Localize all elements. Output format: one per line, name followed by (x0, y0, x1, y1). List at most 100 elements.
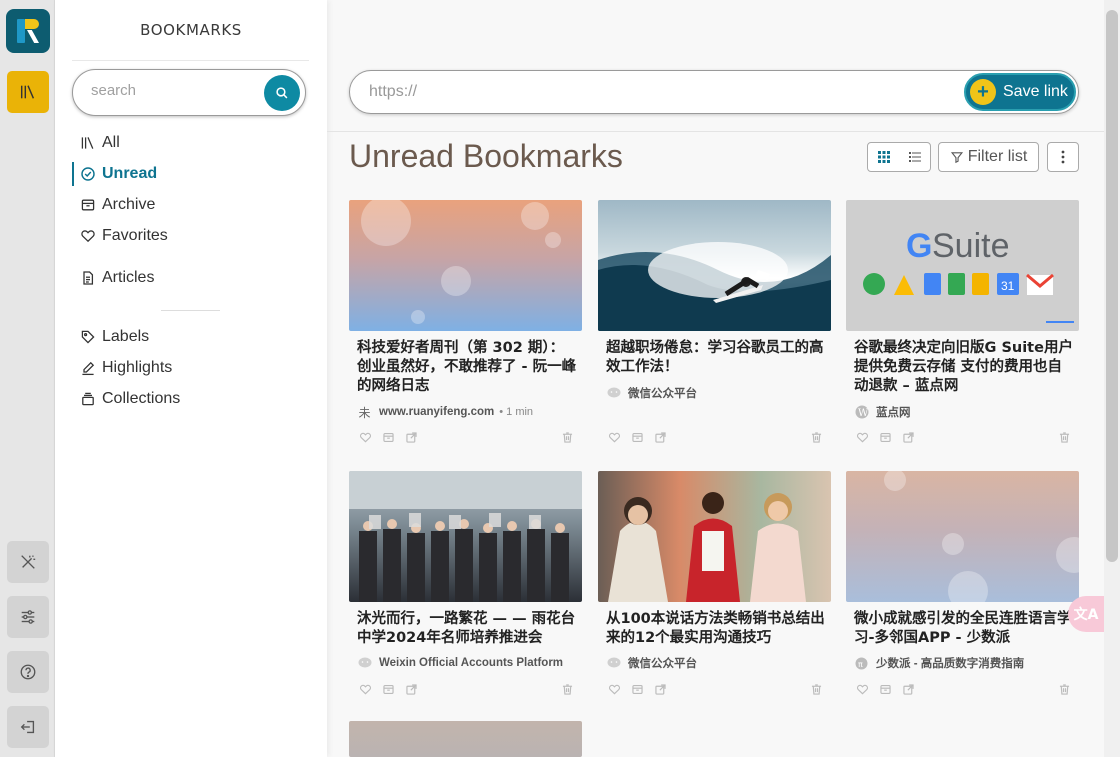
translate-button[interactable]: 文A (1068, 596, 1104, 632)
library-button[interactable] (7, 71, 49, 113)
archive-button[interactable] (380, 429, 396, 445)
open-external-button[interactable] (900, 429, 916, 445)
sidebar-item-labels[interactable]: Labels (72, 325, 149, 349)
trash-icon (562, 683, 572, 695)
sspai-icon: π (854, 656, 869, 671)
bookmark-card[interactable] (349, 721, 582, 757)
wordpress-icon: W (854, 405, 869, 420)
delete-button[interactable] (1056, 681, 1072, 697)
heart-icon (79, 228, 96, 245)
bookmark-card[interactable]: 科技爱好者周刊（第 302 期）：创业虽然好，不敢推荐了 - 阮一峰的网络日志 … (349, 200, 582, 455)
list-view-button[interactable] (899, 143, 930, 171)
women-walking-image (608, 492, 806, 602)
open-external-button[interactable] (652, 429, 668, 445)
trash-icon (811, 683, 821, 695)
reading-time: • 1 min (499, 406, 534, 418)
card-title[interactable]: 微小成就感引发的全民连胜语言学习-多邻国APP - 少数派 (854, 610, 1074, 648)
library-icon (79, 135, 96, 152)
delete-button[interactable] (559, 429, 575, 445)
archive-button[interactable] (877, 681, 893, 697)
sidebar-item-highlights[interactable]: Highlights (72, 356, 172, 380)
card-title[interactable]: 谷歌最终决定向旧版G Suite用户提供免费云存储 支付的费用也自动退款 – 蓝… (854, 339, 1074, 396)
pen-icon (79, 360, 96, 377)
favorite-button[interactable] (357, 681, 373, 697)
open-external-button[interactable] (900, 681, 916, 697)
open-external-button[interactable] (403, 681, 419, 697)
sidebar-item-archive[interactable]: Archive (72, 193, 155, 217)
search-input[interactable] (91, 82, 251, 99)
grid-view-button[interactable] (868, 143, 899, 171)
save-link-button[interactable]: + Save link (964, 73, 1076, 111)
settings-button[interactable] (7, 596, 49, 638)
card-title[interactable]: 超越职场倦怠：学习谷歌员工的高效工作法！ (606, 339, 826, 377)
magic-button[interactable] (7, 541, 49, 583)
favorite-button[interactable] (357, 429, 373, 445)
open-external-button[interactable] (403, 429, 419, 445)
help-button[interactable] (7, 651, 49, 693)
scrollbar-thumb[interactable] (1106, 10, 1118, 562)
view-toggle (867, 142, 931, 172)
list-icon (908, 152, 921, 162)
wechat-icon (357, 656, 372, 671)
page-title: Unread Bookmarks (349, 138, 623, 174)
card-source: Weixin Official Accounts Platform (357, 655, 563, 671)
card-actions (854, 681, 1074, 697)
trash-icon (1059, 683, 1069, 695)
archive-button[interactable] (380, 681, 396, 697)
archive-button[interactable] (629, 681, 645, 697)
favorite-button[interactable] (854, 429, 870, 445)
tag-icon (79, 329, 96, 346)
card-title[interactable]: 沐光而行，一路繁花 — — 雨花台中学2024年名师培养推进会 (357, 610, 577, 648)
source-name: www.ruanyifeng.com (379, 406, 495, 418)
filter-list-button[interactable]: Filter list (938, 142, 1039, 172)
external-link-icon (654, 683, 666, 695)
app-logo[interactable] (6, 9, 50, 53)
bookmark-card[interactable]: 沐光而行，一路繁花 — — 雨花台中学2024年名师培养推进会 Weixin O… (349, 471, 582, 726)
sidebar-item-label: Collections (102, 390, 181, 407)
card-actions (357, 681, 577, 697)
magic-wand-icon (21, 555, 36, 569)
card-thumbnail: G Suite 31 (846, 200, 1079, 331)
sidebar-item-favorites[interactable]: Favorites (72, 224, 168, 248)
open-external-button[interactable] (652, 681, 668, 697)
sidebar-item-unread[interactable]: Unread (72, 162, 157, 186)
bookmark-card[interactable]: 从100本说话方法类畅销书总结出来的12个最实用沟通技巧 微信公众平台 (598, 471, 831, 726)
logout-icon (20, 720, 35, 734)
delete-button[interactable] (808, 429, 824, 445)
archive-button[interactable] (877, 429, 893, 445)
sidebar-item-all[interactable]: All (72, 131, 120, 155)
bookmark-card[interactable]: 微小成就感引发的全民连胜语言学习-多邻国APP - 少数派 π 少数派 - 高品… (846, 471, 1079, 726)
trash-icon (562, 431, 572, 443)
delete-button[interactable] (559, 681, 575, 697)
sidebar-item-articles[interactable]: Articles (72, 266, 154, 290)
favorite-button[interactable] (606, 681, 622, 697)
card-title[interactable]: 从100本说话方法类畅销书总结出来的12个最实用沟通技巧 (606, 610, 826, 648)
search-button[interactable] (264, 75, 300, 111)
heart-icon (856, 432, 868, 443)
sidebar-item-collections[interactable]: Collections (72, 387, 180, 411)
delete-button[interactable] (808, 681, 824, 697)
bookmark-card[interactable]: G Suite 31 谷歌最终决定向旧版G Suite用户提供免费云存储 支付的… (846, 200, 1079, 455)
wechat-icon (606, 656, 621, 671)
logout-button[interactable] (7, 706, 49, 748)
card-title[interactable]: 科技爱好者周刊（第 302 期）：创业虽然好，不敢推荐了 - 阮一峰的网络日志 (357, 339, 577, 396)
divider (327, 131, 1104, 132)
archive-button[interactable] (629, 429, 645, 445)
scrollbar[interactable] (1104, 0, 1120, 757)
sidebar-item-label: Articles (102, 269, 155, 286)
more-options-button[interactable] (1047, 142, 1079, 172)
favorite-button[interactable] (854, 681, 870, 697)
delete-button[interactable] (1056, 429, 1072, 445)
url-input[interactable] (369, 83, 949, 101)
bookmark-card[interactable]: 超越职场倦怠：学习谷歌员工的高效工作法！ 微信公众平台 (598, 200, 831, 455)
gsuite-image: G Suite 31 (863, 227, 1074, 323)
svg-text:W: W (858, 408, 869, 419)
surfer-image (598, 242, 831, 331)
archive-icon (879, 432, 891, 442)
favorite-button[interactable] (606, 429, 622, 445)
external-link-icon (405, 683, 417, 695)
external-link-icon (902, 431, 914, 443)
search-box (72, 69, 306, 116)
external-link-icon (405, 431, 417, 443)
heart-icon (359, 432, 371, 443)
